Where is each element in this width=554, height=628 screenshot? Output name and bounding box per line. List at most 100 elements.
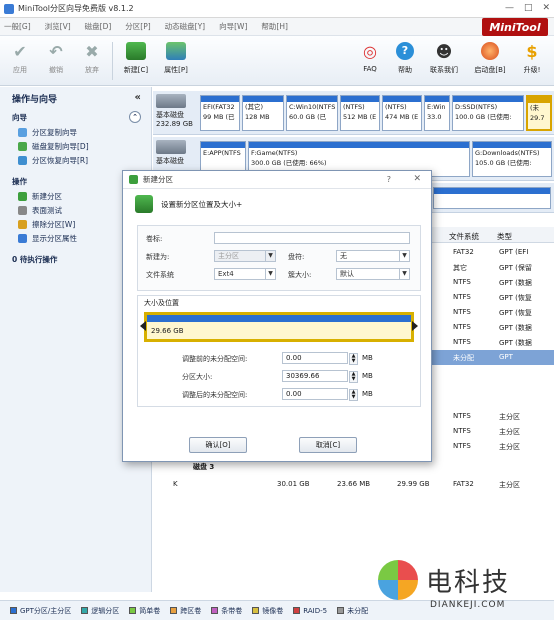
- cell-name: K: [173, 480, 178, 488]
- create-as-value: 主分区: [218, 252, 239, 260]
- spinner-arrows-icon[interactable]: ▲ ▼: [349, 389, 358, 401]
- legend-item: 简单卷: [129, 606, 160, 616]
- boot-disk-label: 启动盘[B]: [474, 66, 506, 74]
- apply-button[interactable]: ✔ 应用: [2, 40, 38, 82]
- chevron-down-icon: ▼: [265, 269, 275, 279]
- partition-size: 128 MB: [245, 113, 270, 121]
- unit-label: MB: [362, 372, 373, 380]
- sidebar-title-text: 操作与向导: [12, 94, 58, 105]
- menu-dynamic-disk[interactable]: 动态磁盘[Y]: [165, 21, 205, 32]
- partition-name: F:Game(NTFS): [251, 149, 298, 157]
- filesystem-select[interactable]: Ext4 ▼: [214, 268, 276, 280]
- contact-button[interactable]: ☻ 联系我们: [426, 40, 462, 82]
- faq-button[interactable]: ◎ FAQ: [352, 40, 388, 82]
- size-location-group: 大小及位置 29.66 GB 调整前的未分配空间: 0.00 ▲ ▼ MB 分区大小…: [137, 295, 421, 407]
- cancel-button[interactable]: 取消[C]: [299, 437, 357, 453]
- disk-1-row: 基本磁盘 232.89 GB EFI(FAT32 99 MB (已 (其它) 128…: [153, 91, 554, 135]
- partition-e[interactable]: E:Win 33.0: [424, 95, 450, 131]
- cell-type: 主分区: [499, 443, 520, 451]
- partition-name: (未: [530, 104, 540, 112]
- collapse-sidebar-button[interactable]: «: [135, 92, 141, 103]
- cell-capacity: 30.01 GB: [277, 480, 310, 488]
- cell-fs: NTFS: [453, 323, 471, 331]
- partition-size: 474 MB (E: [385, 113, 419, 121]
- help-button[interactable]: ? 帮助: [387, 40, 423, 82]
- partition-ntfs-1[interactable]: (NTFS) 512 MB (E: [340, 95, 380, 131]
- header-type[interactable]: 类型: [497, 231, 512, 242]
- unallocated-after-input[interactable]: 0.00 ▲ ▼: [282, 388, 358, 401]
- new-partition-button[interactable]: 新建[C]: [118, 40, 154, 82]
- partition-downloads[interactable]: G:Downloads(NTFS) 105.0 GB (已使用:: [472, 141, 552, 177]
- dialog-close-button[interactable]: ✕: [413, 174, 421, 184]
- close-button[interactable]: ✕: [542, 3, 550, 13]
- table-row[interactable]: K 30.01 GB 23.66 MB 29.99 GB FAT32 主分区: [153, 477, 554, 492]
- cell-type: GPT (恢复: [499, 294, 532, 302]
- partition-ntfs-2[interactable]: (NTFS) 474 MB (E: [382, 95, 422, 131]
- partition-name: E:APP(NTFS: [203, 149, 241, 157]
- minimize-button[interactable]: —: [505, 3, 514, 13]
- cell-fs: NTFS: [453, 308, 471, 316]
- menu-partition[interactable]: 分区[P]: [125, 21, 150, 32]
- undo-button[interactable]: ↶ 撤销: [38, 40, 74, 82]
- discard-button[interactable]: ✖ 放弃: [74, 40, 110, 82]
- slider-left-handle[interactable]: [140, 321, 146, 331]
- partition-size: 100.0 GB (已使用:: [455, 113, 512, 121]
- boot-disk-icon: [479, 40, 501, 62]
- disk-1-label: 基本磁盘: [156, 111, 184, 119]
- properties-button[interactable]: 属性[P]: [158, 40, 194, 82]
- partition-size-slider[interactable]: 29.66 GB: [140, 312, 418, 342]
- menu-help[interactable]: 帮助[H]: [261, 21, 288, 32]
- discard-icon: ✖: [85, 41, 99, 61]
- dialog-heading-text: 设置新分区位置及大小+: [161, 199, 243, 209]
- sidebar-item-partition-recovery[interactable]: 分区恢复向导[R]: [0, 153, 151, 167]
- dialog-title: 新建分区: [143, 175, 173, 184]
- wipe-partition-icon: [18, 219, 27, 229]
- upgrade-button[interactable]: $ 升级!: [514, 40, 550, 82]
- menu-view[interactable]: 浏览[V]: [45, 21, 71, 32]
- partition-size-input[interactable]: 30369.66 ▲ ▼: [282, 370, 358, 383]
- legend-swatch: [293, 607, 301, 614]
- partition-d[interactable]: D:SSD(NTFS) 100.0 GB (已使用:: [452, 95, 524, 131]
- partition-c[interactable]: C:Win10(NTFS 60.0 GB (已: [286, 95, 338, 131]
- volume-label-input[interactable]: [214, 232, 410, 244]
- legend-item: 镜像卷: [252, 606, 283, 616]
- ok-button[interactable]: 确认[O]: [189, 437, 247, 453]
- partition-properties-icon: [18, 233, 27, 243]
- dialog-help-button[interactable]: ?: [387, 175, 391, 184]
- collapse-wizard-button[interactable]: ⌃: [129, 111, 141, 123]
- cell-fs: 其它: [453, 264, 467, 272]
- create-as-select[interactable]: 主分区 ▼: [214, 250, 276, 262]
- menu-general[interactable]: 一般[G]: [4, 21, 31, 32]
- cell-used: 23.66 MB: [337, 480, 371, 488]
- legend-label: 未分配: [347, 606, 369, 615]
- unallocated-before-input[interactable]: 0.00 ▲ ▼: [282, 352, 358, 365]
- hard-disk-icon: [156, 140, 186, 154]
- header-filesystem[interactable]: 文件系统: [449, 231, 479, 242]
- menu-wizard[interactable]: 向导[W]: [219, 21, 247, 32]
- sidebar-item-disk-copy[interactable]: 磁盘复制向导[D]: [0, 139, 151, 153]
- spinner-arrows-icon[interactable]: ▲ ▼: [349, 353, 358, 365]
- menu-disk[interactable]: 磁盘[D]: [85, 21, 112, 32]
- partition-efi[interactable]: EFI(FAT32 99 MB (已: [200, 95, 240, 131]
- watermark-cn: 电科技: [426, 568, 511, 598]
- partition-other[interactable]: (其它) 128 MB: [242, 95, 284, 131]
- dialog-heading: 设置新分区位置及大小+: [123, 189, 431, 219]
- spinner-arrows-icon[interactable]: ▲ ▼: [349, 371, 358, 383]
- new-partition-dialog-icon: [129, 175, 138, 184]
- chevron-down-icon: ▼: [399, 251, 409, 261]
- drive-letter-select[interactable]: 无 ▼: [336, 250, 410, 262]
- legend-label: 镜像卷: [262, 606, 284, 615]
- site-logo-icon: [378, 560, 418, 600]
- cluster-size-select[interactable]: 默认 ▼: [336, 268, 410, 280]
- partition-disk3[interactable]: [433, 187, 551, 209]
- app-icon: [4, 3, 14, 14]
- partition-unallocated[interactable]: (未 29.7: [526, 95, 552, 131]
- sidebar-item-partition-copy[interactable]: 分区复制向导: [0, 125, 151, 139]
- restore-button[interactable]: □: [524, 3, 533, 13]
- unallocated-after-label: 调整后的未分配空间:: [182, 391, 248, 399]
- boot-disk-button[interactable]: 启动盘[B]: [472, 40, 508, 82]
- slider-right-handle[interactable]: [412, 321, 418, 331]
- legend-label: 简单卷: [139, 606, 161, 615]
- drive-letter-label: 盘符:: [288, 253, 305, 261]
- partition-size: 60.0 GB (已: [289, 113, 327, 121]
